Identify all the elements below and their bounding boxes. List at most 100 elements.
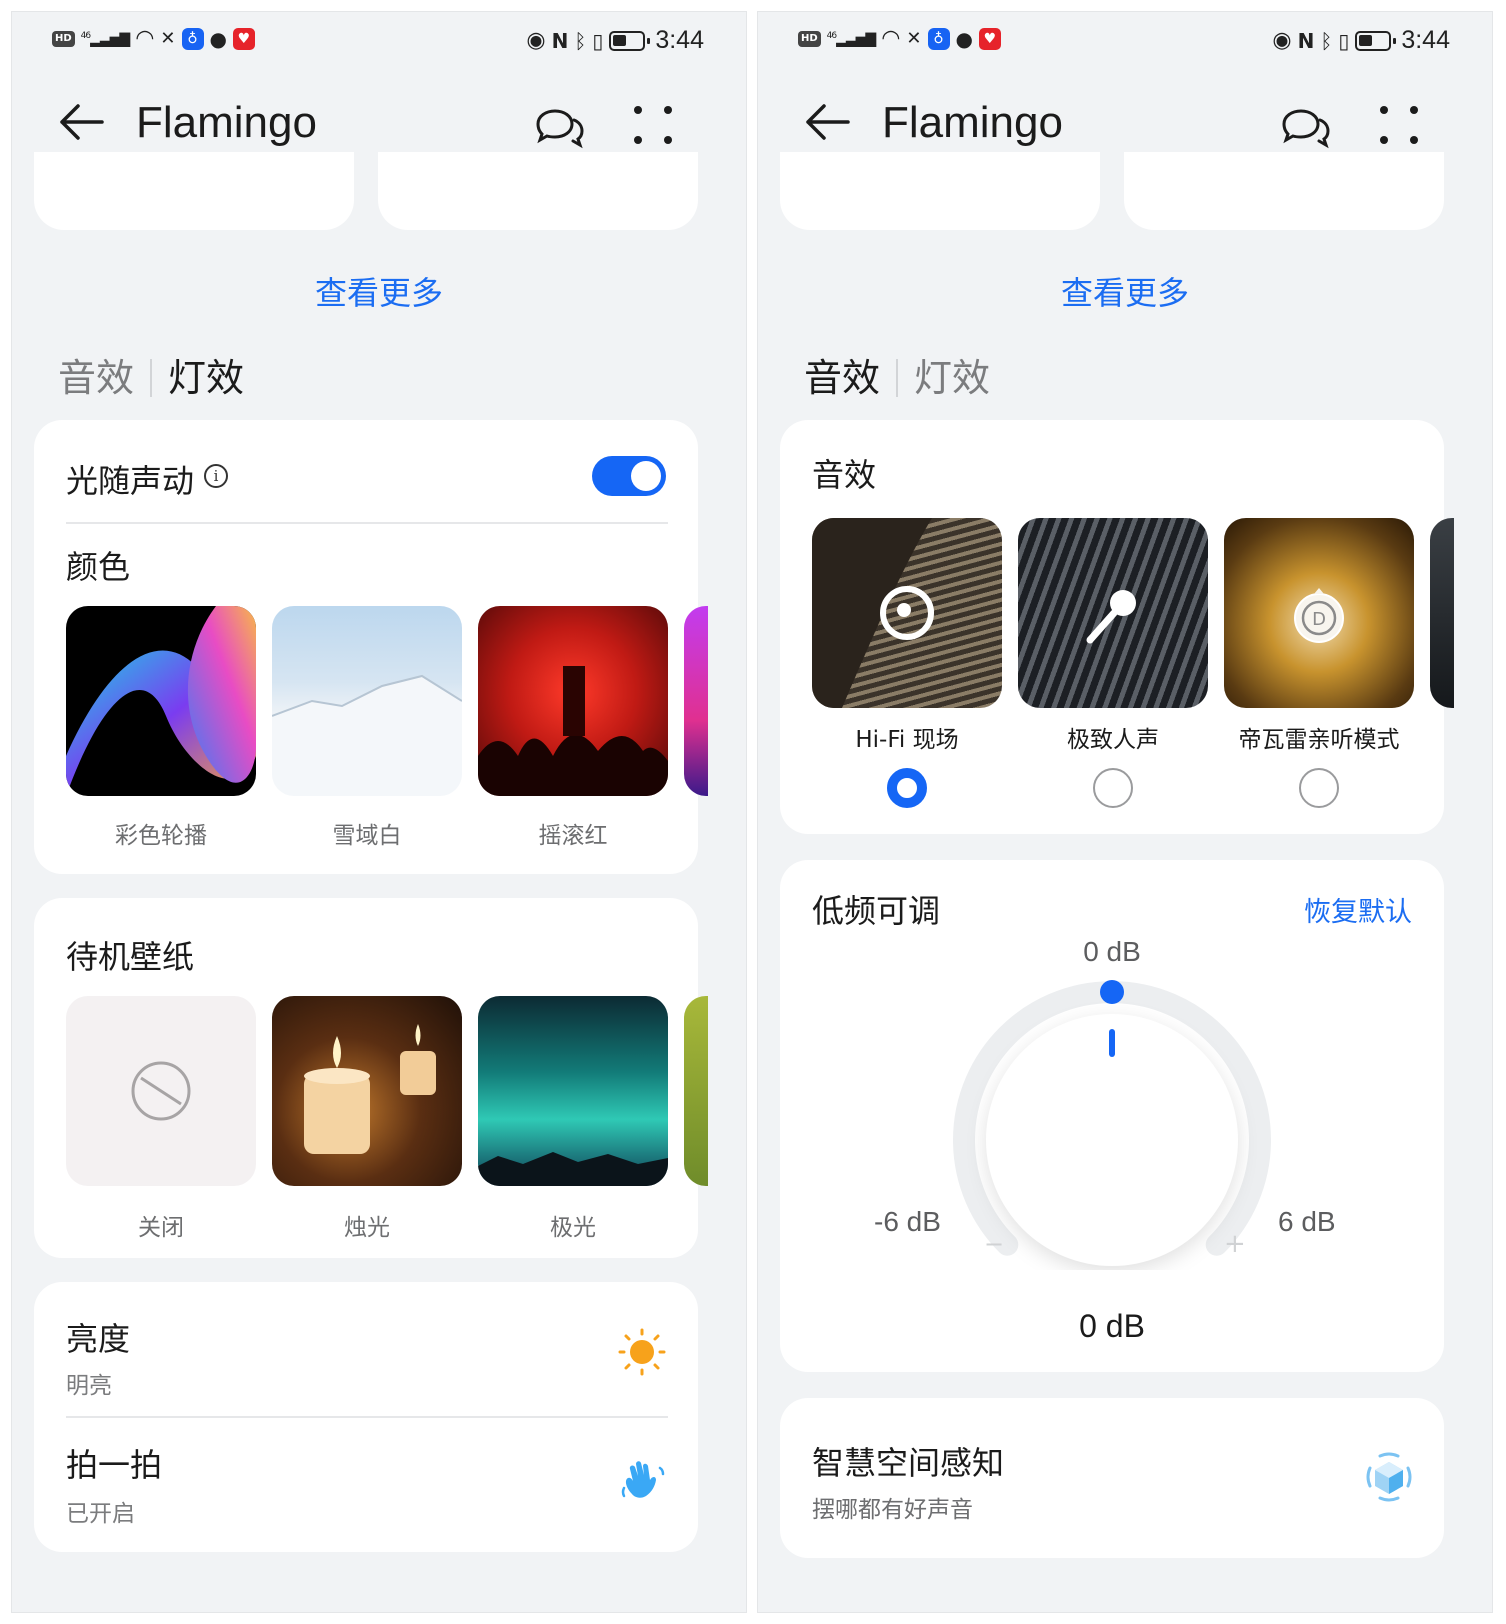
back-arrow-icon[interactable] bbox=[802, 100, 852, 144]
brightness-row[interactable]: 亮度 明亮 bbox=[34, 1282, 698, 1416]
dial-min-label: -6 dB bbox=[874, 1206, 941, 1237]
hifi-image bbox=[812, 518, 934, 708]
sound-effects-card: 音效 D Hi-Fi 现场 极致人声 帝瓦雷亲听模式 bbox=[780, 420, 1454, 834]
tab-sound-effects[interactable]: 音效 bbox=[804, 354, 880, 402]
sound-option-label: 帝瓦雷亲听模式 bbox=[1238, 727, 1400, 753]
see-more-link[interactable]: 查看更多 bbox=[12, 268, 746, 314]
more-options-icon[interactable] bbox=[630, 102, 676, 148]
back-arrow-icon[interactable] bbox=[56, 100, 106, 144]
sound-option-radio[interactable] bbox=[887, 768, 927, 808]
standby-wallpaper-card: 待机壁纸 关闭 烛光 极光 bbox=[34, 898, 708, 1258]
aurora-image bbox=[478, 1152, 668, 1186]
color-option-rock-red[interactable] bbox=[478, 606, 668, 796]
candle-image bbox=[304, 1024, 436, 1154]
wallpaper-option-off[interactable] bbox=[66, 996, 256, 1186]
nfc-icon: N bbox=[551, 28, 569, 53]
color-option-snow-white[interactable] bbox=[272, 606, 462, 796]
sound-option-label: 极致人声 bbox=[1067, 727, 1159, 753]
spatial-subtitle: 摆哪都有好声音 bbox=[812, 1497, 973, 1523]
sound-option-devialet[interactable]: D bbox=[1224, 518, 1414, 708]
cellular-signal-icon: 46▂▃▅▇ bbox=[80, 30, 131, 48]
divider bbox=[66, 522, 668, 524]
vocal-image bbox=[1086, 590, 1136, 644]
sound-option-radio[interactable] bbox=[1299, 768, 1339, 808]
wallpaper-option-partial[interactable] bbox=[684, 996, 708, 1186]
status-bar-right: ◉ N ᛒ ▯ 3:44 bbox=[1272, 26, 1450, 55]
wallpaper-section-title: 待机壁纸 bbox=[66, 938, 195, 976]
tab-light-effects[interactable]: 灯效 bbox=[914, 354, 990, 402]
vibrate-icon: ▯ bbox=[592, 28, 604, 53]
color-option-label: 彩色轮播 bbox=[115, 823, 207, 849]
svg-text:+: + bbox=[1224, 1229, 1246, 1259]
eye-comfort-icon: ◉ bbox=[526, 27, 546, 53]
missed-call-icon: ✕ bbox=[906, 28, 922, 49]
missed-call-icon: ✕ bbox=[160, 28, 176, 49]
wifi-icon: ◠ bbox=[881, 26, 901, 51]
sun-icon bbox=[618, 1328, 666, 1376]
tab-light-effects[interactable]: 灯效 bbox=[168, 354, 244, 402]
left-screen: HD 46▂▃▅▇ ◠ ✕ ♁ ● ♥ ◉ N ᛒ ▯ 3:44 Flaming… bbox=[12, 12, 746, 1612]
bass-adjust-card: 低频可调 恢复默认 0 dB -6 dB 6 dB − + 0 dB bbox=[780, 860, 1444, 1372]
clock: 3:44 bbox=[655, 26, 704, 54]
wallpaper-option-label: 极光 bbox=[550, 1215, 596, 1241]
sound-option-radio[interactable] bbox=[1093, 768, 1133, 808]
spatial-awareness-card[interactable]: 智慧空间感知 摆哪都有好声音 bbox=[780, 1398, 1444, 1558]
device-card-stub bbox=[34, 152, 354, 230]
color-option-rainbow[interactable] bbox=[66, 606, 256, 796]
tap-value: 已开启 bbox=[66, 1501, 135, 1527]
sound-option-label: Hi-Fi 现场 bbox=[855, 727, 959, 753]
chat-icon[interactable] bbox=[530, 104, 584, 150]
more-options-icon[interactable] bbox=[1376, 102, 1422, 148]
sound-option-hifi[interactable] bbox=[812, 518, 1002, 708]
status-bar-left: HD 46▂▃▅▇ ◠ ✕ ♁ ● ♥ bbox=[52, 28, 255, 50]
clock: 3:44 bbox=[1401, 26, 1450, 54]
page-title: Flamingo bbox=[136, 98, 317, 147]
light-follow-sound-toggle[interactable] bbox=[592, 456, 666, 496]
reset-default-link[interactable]: 恢复默认 bbox=[1304, 890, 1412, 929]
sound-effects-title: 音效 bbox=[812, 456, 877, 494]
app-notification-icon: ♁ bbox=[181, 28, 204, 50]
sound-option-vocal[interactable] bbox=[1018, 518, 1208, 708]
light-follow-sound-label: 光随声动 bbox=[66, 462, 195, 500]
color-option-label: 摇滚红 bbox=[538, 823, 608, 849]
sound-option-partial[interactable] bbox=[1430, 518, 1454, 708]
bass-title: 低频可调 bbox=[812, 892, 941, 930]
light-effects-card: 光随声动 i 颜色 彩色轮播 雪域白 摇滚红 bbox=[34, 420, 708, 874]
page-title: Flamingo bbox=[882, 98, 1063, 147]
bass-dial[interactable]: − + bbox=[942, 970, 1282, 1270]
hd-badge: HD bbox=[798, 31, 821, 47]
color-option-partial[interactable] bbox=[684, 606, 708, 796]
message-icon: ● bbox=[209, 27, 227, 51]
tab-sound-effects[interactable]: 音效 bbox=[58, 354, 134, 402]
wallpaper-option-candle[interactable] bbox=[272, 996, 462, 1186]
vibrate-icon: ▯ bbox=[1338, 28, 1350, 53]
wallpaper-option-aurora[interactable] bbox=[478, 996, 668, 1186]
tab-divider bbox=[150, 359, 153, 397]
status-bar-left: HD 46▂▃▅▇ ◠ ✕ ♁ ● ♥ bbox=[798, 28, 1001, 50]
hd-badge: HD bbox=[52, 31, 75, 47]
svg-text:−: − bbox=[984, 1230, 1004, 1258]
app-notification-icon: ♁ bbox=[927, 28, 950, 50]
tap-row[interactable]: 拍一拍 已开启 bbox=[34, 1418, 698, 1552]
settings-card: 亮度 明亮 拍一拍 已开启 bbox=[34, 1282, 698, 1552]
brightness-title: 亮度 bbox=[66, 1320, 131, 1358]
color-option-label: 雪域白 bbox=[332, 823, 402, 849]
battery-icon bbox=[1355, 30, 1397, 51]
brightness-value: 明亮 bbox=[66, 1373, 112, 1399]
tap-title: 拍一拍 bbox=[66, 1446, 163, 1484]
right-screen: HD 46▂▃▅▇ ◠ ✕ ♁ ● ♥ ◉ N ᛒ ▯ 3:44 Flaming… bbox=[758, 12, 1492, 1612]
status-bar-right: ◉ N ᛒ ▯ 3:44 bbox=[526, 26, 704, 55]
app-notification-red-icon: ♥ bbox=[232, 28, 255, 50]
device-card-stub bbox=[780, 152, 1100, 230]
info-icon[interactable]: i bbox=[204, 464, 228, 488]
bluetooth-icon: ᛒ bbox=[1320, 28, 1333, 53]
color-section-title: 颜色 bbox=[66, 548, 131, 586]
message-icon: ● bbox=[955, 27, 973, 51]
cellular-signal-icon: 46▂▃▅▇ bbox=[826, 30, 877, 48]
nfc-icon: N bbox=[1297, 28, 1315, 53]
tab-bar: 音效 灯效 bbox=[804, 354, 990, 402]
app-notification-red-icon: ♥ bbox=[978, 28, 1001, 50]
wallpaper-option-label: 关闭 bbox=[138, 1215, 184, 1241]
chat-icon[interactable] bbox=[1276, 104, 1330, 150]
see-more-link[interactable]: 查看更多 bbox=[758, 268, 1492, 314]
